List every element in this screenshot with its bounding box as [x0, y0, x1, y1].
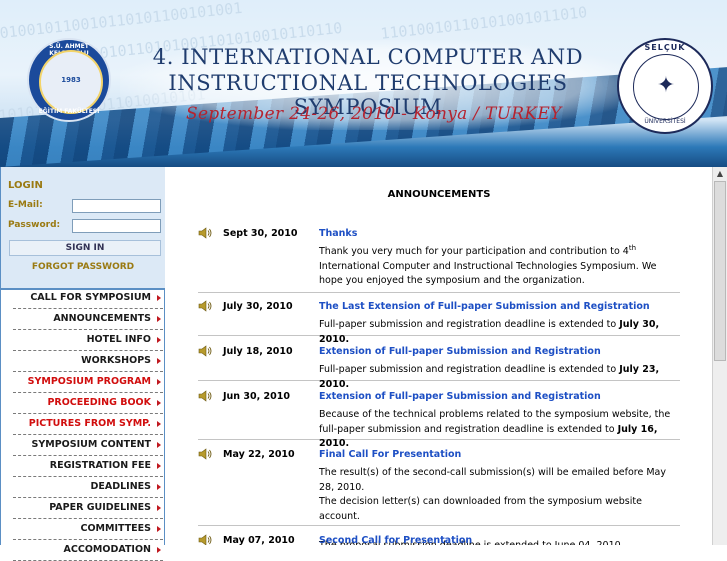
menu-item-deadlines[interactable]: DEADLINES [13, 477, 163, 498]
menu-item-paper-guidelines[interactable]: PAPER GUIDELINES [13, 498, 163, 519]
announcement-body: Full-paper submission and registration d… [319, 364, 660, 390]
announcement-title-link[interactable]: Second Call for Presentation [319, 535, 472, 545]
speaker-icon [198, 227, 212, 239]
arrow-right-icon [157, 441, 161, 448]
arrow-right-icon [157, 525, 161, 532]
menu-item-label: SYMPOSIUM PROGRAM [27, 376, 151, 387]
menu-item-label: ANNOUNCEMENTS [53, 313, 151, 324]
menu-item-label: ACCOMODATION [63, 544, 151, 555]
arrow-right-icon [157, 462, 161, 469]
menu-item-label: COMMITTEES [80, 523, 152, 534]
announcement-item: May 07, 2010 Second Call for Presentation [198, 534, 680, 545]
arrow-right-icon [157, 294, 161, 301]
announcement-body: The result(s) of the second-call submiss… [319, 467, 666, 545]
menu-item-label: HOTEL INFO [86, 334, 151, 345]
announcement-body: Because of the technical problems relate… [319, 409, 671, 449]
menu-item-label: REGISTRATION FEE [49, 460, 151, 471]
arrow-right-icon [157, 420, 161, 427]
announcement-date: May 22, 2010 [223, 449, 295, 460]
menu-item-pictures-from-symp[interactable]: PICTURES FROM SYMP. [13, 414, 163, 435]
announcement-date: July 18, 2010 [223, 346, 293, 357]
email-label: E-Mail: [8, 200, 43, 210]
menu-item-registration-fee[interactable]: REGISTRATION FEE [13, 456, 163, 477]
announcement-item: July 30, 2010 The Last Extension of Full-… [198, 300, 680, 345]
announcement-title-link[interactable]: Thanks [319, 228, 357, 239]
arrow-right-icon [157, 378, 161, 385]
menu-item-accomodation[interactable]: ACCOMODATION [13, 540, 163, 561]
faculty-logo: S.Ü. AHMET KELEŞOĞLU 1983 EĞİTİM FAKÜLTE… [27, 38, 111, 122]
announcement-date: May 07, 2010 [223, 535, 295, 545]
sidebar: LOGIN E-Mail: Password: SIGN IN FORGOT P… [0, 167, 165, 561]
eagle-icon: ✦ [656, 73, 676, 98]
login-title: LOGIN [8, 180, 43, 191]
menu-item-label: PROCEEDING BOOK [47, 397, 151, 408]
menu-item-proceeding-book[interactable]: PROCEEDING BOOK [13, 393, 163, 414]
announcement-date: July 30, 2010 [223, 301, 293, 312]
menu-item-workshops[interactable]: WORKSHOPS [13, 351, 163, 372]
announcement-date: Sept 30, 2010 [223, 228, 298, 239]
announcement-title-link[interactable]: Final Call For Presentation [319, 449, 461, 460]
arrow-right-icon [157, 399, 161, 406]
announcement-title-link[interactable]: Extension of Full-paper Submission and R… [319, 346, 601, 357]
symposium-dates: September 24-26, 2010 - Konya / TURKEY [186, 104, 562, 124]
menu-item-label: SYMPOSIUM CONTENT [31, 439, 151, 450]
arrow-right-icon [157, 336, 161, 343]
menu-item-label: DEADLINES [90, 481, 151, 492]
main-content: ANNOUNCEMENTS Sept 30, 2010 Thanks Thank y… [166, 167, 712, 545]
menu-item-symposium-content[interactable]: SYMPOSIUM CONTENT [13, 435, 163, 456]
main-menu: CALL FOR SYMPOSIUM ANNOUNCEMENTS HOTEL INF… [1, 288, 165, 561]
menu-item-label: WORKSHOPS [81, 355, 151, 366]
menu-item-label: PICTURES FROM SYMP. [28, 418, 151, 429]
speaker-icon [198, 345, 212, 357]
announcement-title-link[interactable]: The Last Extension of Full-paper Submiss… [319, 301, 650, 312]
announcement-body: Full-paper submission and registration d… [319, 319, 660, 345]
login-panel: LOGIN E-Mail: Password: SIGN IN FORGOT P… [1, 167, 165, 290]
arrow-right-icon [157, 315, 161, 322]
menu-item-label: CALL FOR SYMPOSIUM [30, 292, 151, 303]
password-field[interactable] [72, 219, 161, 233]
vertical-scrollbar[interactable]: ▲ [712, 167, 727, 545]
menu-item-committees[interactable]: COMMITTEES [13, 519, 163, 540]
scroll-up-arrow-icon[interactable]: ▲ [713, 167, 727, 181]
menu-item-label: PAPER GUIDELINES [49, 502, 151, 513]
password-label: Password: [8, 220, 61, 230]
announcement-item: May 22, 2010 Final Call For Presentation T… [198, 448, 680, 545]
menu-item-hotel-info[interactable]: HOTEL INFO [13, 330, 163, 351]
arrow-right-icon [157, 546, 161, 553]
announcement-item: July 18, 2010 Extension of Full-paper Sub… [198, 345, 680, 390]
menu-item-announcements[interactable]: ANNOUNCEMENTS [13, 309, 163, 330]
arrow-right-icon [157, 483, 161, 490]
announcement-item: Sept 30, 2010 Thanks Thank you very much f… [198, 227, 680, 293]
menu-item-symposium-program[interactable]: SYMPOSIUM PROGRAM [13, 372, 163, 393]
header-banner: 1010010110010110101100101001 00101101010… [0, 0, 727, 167]
page-title: ANNOUNCEMENTS [387, 189, 491, 200]
announcement-item: Jun 30, 2010 Extension of Full-paper Subm… [198, 390, 680, 449]
announcement-date: Jun 30, 2010 [223, 391, 290, 402]
announcement-body: Thank you very much for your participati… [319, 243, 657, 286]
symposium-title-line1: 4. INTERNATIONAL COMPUTER AND [152, 45, 584, 69]
scrollbar-thumb[interactable] [714, 181, 726, 361]
speaker-icon [198, 300, 212, 312]
university-logo: SELÇUK ✦ ÜNİVERSİTESİ [617, 38, 713, 134]
announcement-title-link[interactable]: Extension of Full-paper Submission and R… [319, 391, 601, 402]
speaker-icon [198, 448, 212, 460]
sign-in-button[interactable]: SIGN IN [9, 240, 161, 256]
speaker-icon [198, 534, 212, 545]
menu-item-call-for-symposium[interactable]: CALL FOR SYMPOSIUM [13, 288, 163, 309]
email-field[interactable] [72, 199, 161, 213]
arrow-right-icon [157, 504, 161, 511]
forgot-password-link[interactable]: FORGOT PASSWORD [1, 262, 165, 272]
speaker-icon [198, 390, 212, 402]
arrow-right-icon [157, 357, 161, 364]
